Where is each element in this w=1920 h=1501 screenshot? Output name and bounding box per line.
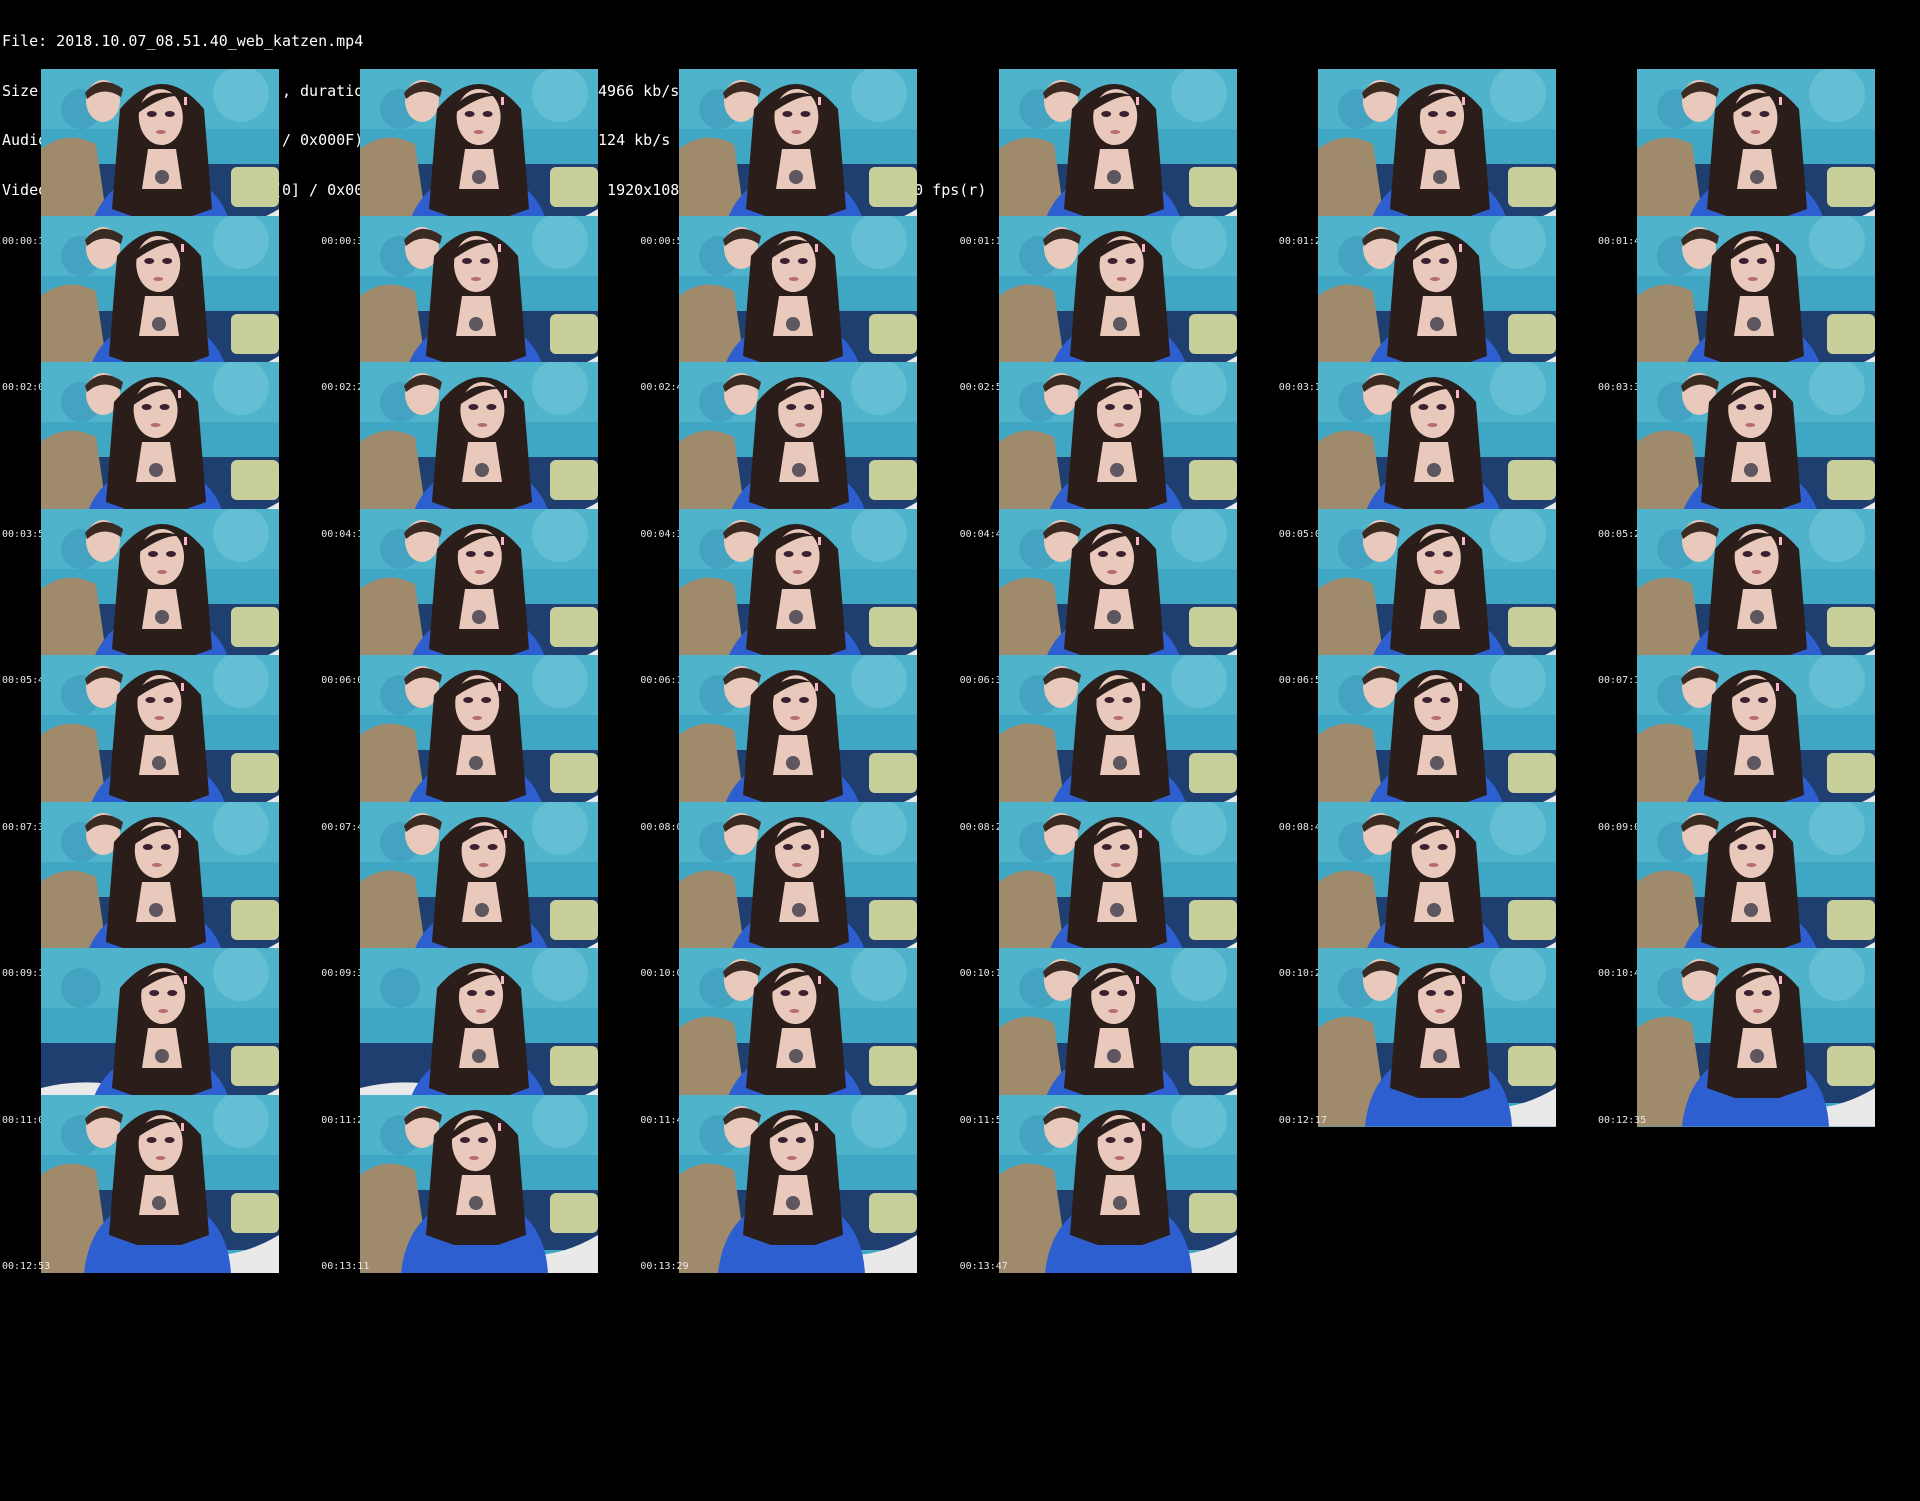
video-frame-icon — [360, 1094, 599, 1273]
frame-thumbnail — [998, 1094, 1237, 1273]
frame-thumbnail — [360, 1094, 599, 1273]
frame-timestamp: 00:13:29 — [640, 1261, 689, 1272]
frame-cell: 00:12:17 — [1277, 948, 1595, 1127]
frame-thumbnail — [1317, 948, 1556, 1127]
frame-cell: 00:12:53 — [0, 1094, 318, 1273]
frame-timestamp: 00:12:35 — [1598, 1114, 1647, 1126]
frame-cell: 00:13:47 — [958, 1094, 1276, 1273]
frame-thumbnail — [679, 1094, 918, 1273]
video-frame-icon — [41, 1094, 279, 1273]
video-frame-icon — [1317, 948, 1556, 1127]
frame-timestamp: 00:13:11 — [321, 1261, 370, 1272]
frame-cell: 00:13:29 — [638, 1094, 956, 1273]
frame-cell: 00:12:35 — [1596, 948, 1914, 1127]
video-frame-icon — [1637, 948, 1875, 1127]
thumbnail-grid: 00:00:17 00:00:35 00:00:53 00:01:11 00:01:29… — [0, 69, 1920, 1499]
frame-thumbnail — [1637, 948, 1875, 1127]
frame-timestamp: 00:12:53 — [2, 1261, 51, 1272]
frame-timestamp: 00:12:17 — [1278, 1114, 1327, 1126]
video-frame-icon — [679, 1094, 918, 1273]
file-line: File: 2018.10.07_08.51.40_web_katzen.mp4 — [2, 33, 364, 50]
video-frame-icon — [998, 1094, 1237, 1273]
frame-timestamp: 00:13:47 — [959, 1261, 1008, 1272]
frame-cell: 00:13:11 — [319, 1094, 637, 1273]
frame-thumbnail — [41, 1094, 279, 1273]
